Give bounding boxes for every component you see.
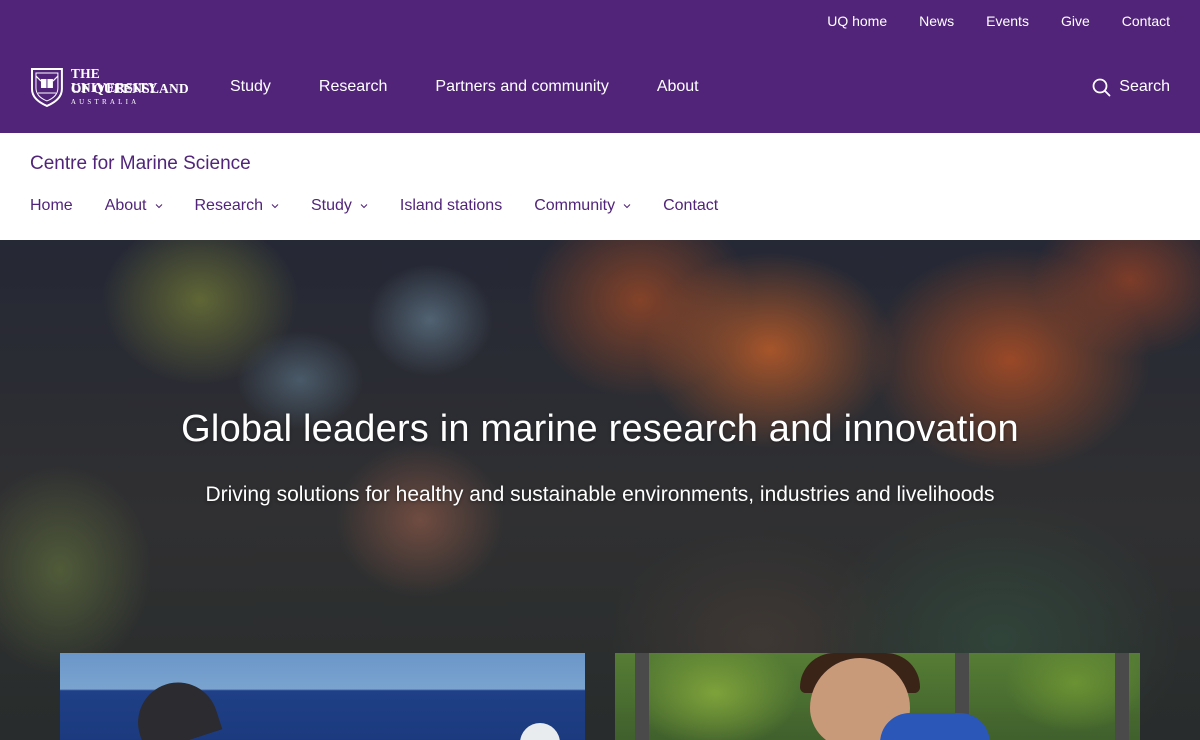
utility-link-give[interactable]: Give: [1061, 13, 1090, 29]
site-nav-contact[interactable]: Contact: [663, 197, 718, 215]
wordmark-country: AUSTRALIA: [70, 98, 140, 106]
site-title-link[interactable]: Centre for Marine Science: [30, 153, 251, 175]
utility-link-uq-home[interactable]: UQ home: [827, 13, 887, 29]
hero-banner: Global leaders in marine research and in…: [0, 240, 1200, 740]
search-button[interactable]: Search: [1092, 41, 1170, 133]
site-nav-study[interactable]: Study: [311, 197, 368, 215]
feature-card-whale-image[interactable]: [60, 653, 585, 740]
site-nav-label: Community: [534, 197, 616, 214]
main-nav-research[interactable]: Research: [319, 78, 387, 96]
uq-logo-link[interactable]: The University of Queensland AUSTRALIA: [30, 67, 190, 109]
main-nav: Study Research Partners and community Ab…: [230, 41, 747, 133]
site-nav-home[interactable]: Home: [30, 197, 73, 215]
whale-image: [127, 672, 223, 740]
site-nav-label: About: [104, 197, 147, 214]
utility-link-news[interactable]: News: [919, 13, 954, 29]
chevron-down-icon: [360, 204, 368, 209]
site-nav-about[interactable]: About: [105, 197, 163, 215]
utility-link-events[interactable]: Events: [986, 13, 1029, 29]
chevron-down-icon: [623, 204, 631, 209]
search-icon: [1092, 78, 1111, 96]
site-nav-label: Home: [30, 197, 73, 214]
site-nav-label: Study: [310, 197, 352, 214]
feature-card-researcher-image[interactable]: [615, 653, 1140, 740]
utility-bar: UQ home News Events Give Contact: [0, 0, 1200, 41]
site-nav-label: Research: [194, 197, 263, 214]
site-nav-label: Island stations: [399, 197, 503, 214]
search-label: Search: [1119, 78, 1170, 95]
main-nav-study[interactable]: Study: [230, 78, 271, 96]
uq-wordmark: The University of Queensland AUSTRALIA: [71, 67, 190, 106]
site-nav-community[interactable]: Community: [534, 197, 631, 215]
researcher-shirt: [880, 713, 990, 740]
main-nav-about[interactable]: About: [657, 78, 699, 96]
whale-splash: [520, 723, 560, 740]
pole: [1115, 653, 1129, 740]
uq-crest-icon: [30, 68, 63, 107]
chevron-down-icon: [155, 204, 162, 209]
wordmark-line-2: of Queensland: [70, 81, 189, 96]
site-header: Centre for Marine Science Home About Res…: [0, 133, 1200, 240]
hero-subtitle: Driving solutions for healthy and sustai…: [205, 483, 995, 506]
site-nav-label: Contact: [663, 197, 719, 214]
main-header: The University of Queensland AUSTRALIA S…: [0, 41, 1200, 133]
pole: [635, 653, 649, 740]
hero-title: Global leaders in marine research and in…: [181, 408, 1019, 450]
site-nav-research[interactable]: Research: [195, 197, 279, 215]
site-nav: Home About Research Study Island station…: [30, 195, 750, 217]
site-nav-island-stations[interactable]: Island stations: [400, 197, 502, 215]
main-nav-partners-and-community[interactable]: Partners and community: [435, 78, 608, 96]
wordmark-line-1: The University: [70, 66, 158, 95]
utility-link-contact[interactable]: Contact: [1122, 13, 1170, 29]
chevron-down-icon: [271, 204, 279, 209]
utility-nav: UQ home News Events Give Contact: [795, 0, 1170, 41]
